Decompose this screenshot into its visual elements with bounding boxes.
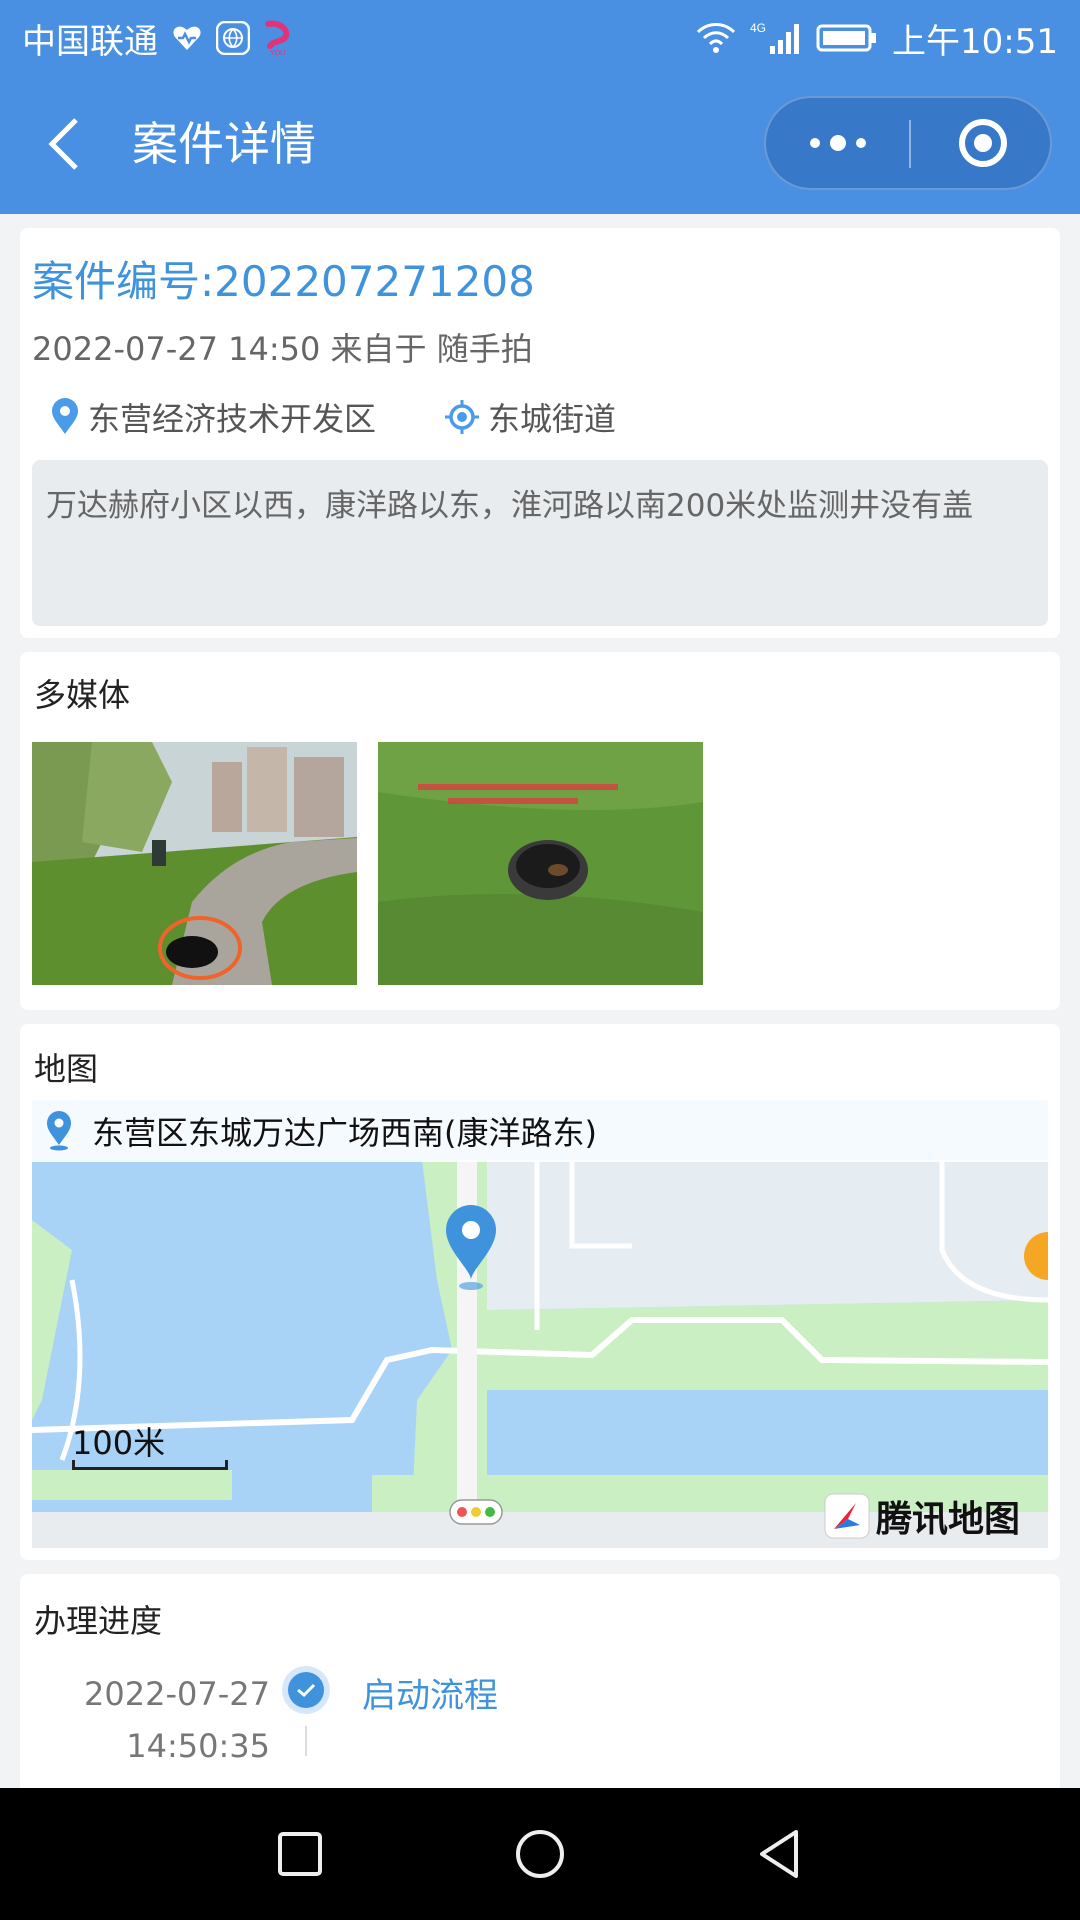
status-bar: 中国联通 YOU 4G 上午10:51 — [0, 0, 1080, 76]
back-arrow-icon — [48, 118, 78, 170]
case-description: 万达赫府小区以西，康洋路以东，淮河路以南200米处监测井没有盖 — [32, 460, 1048, 626]
location-pin-icon — [52, 398, 78, 434]
circle-icon — [516, 1830, 564, 1878]
location-row: 东营经济技术开发区 东城街道 — [50, 394, 616, 440]
map-address-bar: 东营区东城万达广场西南(康洋路东) — [32, 1100, 1048, 1162]
app-header: 案件详情 — [0, 76, 1080, 214]
timeline-time: 14:50:35 — [126, 1727, 270, 1765]
media-section-title: 多媒体 — [34, 676, 131, 714]
you-app-icon: YOU — [264, 20, 292, 56]
map-pin-icon — [47, 1111, 71, 1151]
progress-section-title: 办理进度 — [34, 1602, 163, 1640]
back-nav-button[interactable] — [750, 1824, 810, 1884]
map-section-title: 地图 — [34, 1050, 99, 1088]
case-meta: 2022-07-27 14:50 来自于 随手拍 — [32, 330, 533, 368]
mini-program-capsule — [764, 96, 1052, 190]
square-icon — [278, 1832, 322, 1876]
compass-logo-icon — [824, 1493, 870, 1539]
timeline-step-label: 启动流程 — [362, 1676, 498, 1716]
network-type: 4G — [750, 21, 766, 35]
more-button[interactable] — [766, 98, 909, 188]
map-scale-label: 100米 — [72, 1424, 166, 1462]
map-view[interactable]: 东营区东城万达广场西南(康洋路东) 100米 腾讯地图 — [32, 1100, 1048, 1548]
target-close-icon — [958, 119, 1007, 167]
battery-icon — [816, 23, 878, 53]
globe-app-icon — [216, 21, 250, 55]
page-title: 案件详情 — [132, 117, 316, 171]
case-info-card: 案件编号:202207271208 2022-07-27 14:50 来自于 随… — [20, 228, 1060, 638]
timeline-date: 2022-07-27 — [84, 1675, 270, 1713]
more-dot-icon — [829, 135, 846, 151]
park-path-photo — [32, 742, 357, 985]
timeline-connector — [305, 1726, 307, 1756]
map-brand-label: 腾讯地图 — [875, 1499, 1020, 1540]
timeline-node — [282, 1666, 330, 1714]
home-button[interactable] — [510, 1824, 570, 1884]
target-location-icon — [445, 400, 480, 434]
street-item: 东城街道 — [444, 394, 616, 440]
signal-icon: 4G — [750, 20, 802, 56]
check-icon — [288, 1672, 324, 1708]
more-dot-icon — [855, 138, 866, 148]
carrier-name: 中国联通 — [22, 21, 158, 62]
map-address: 东营区东城万达广场西南(康洋路东) — [92, 1114, 597, 1152]
media-photo-2[interactable] — [378, 742, 703, 985]
district-item: 东营经济技术开发区 — [50, 394, 376, 440]
street-label: 东城街道 — [488, 400, 617, 438]
clock: 上午10:51 — [892, 21, 1058, 62]
map-card: 地图 东营区东城万达广场西南(康洋路东) 100米 腾讯地图 — [20, 1024, 1060, 1560]
triangle-back-icon — [760, 1830, 798, 1878]
status-right: 4G 上午10:51 — [696, 14, 1058, 63]
recents-button[interactable] — [270, 1824, 330, 1884]
map-scale-bar — [72, 1460, 228, 1470]
case-number: 案件编号:202207271208 — [32, 257, 535, 306]
map-brand: 腾讯地图 — [824, 1490, 1020, 1542]
close-mini-program-button[interactable] — [911, 98, 1054, 188]
map-canvas — [32, 1100, 1048, 1548]
system-nav-bar — [0, 1788, 1080, 1920]
back-button[interactable] — [44, 116, 84, 172]
media-card: 多媒体 — [20, 652, 1060, 1010]
media-photo-1[interactable] — [32, 742, 357, 985]
status-left: 中国联通 YOU — [22, 14, 292, 63]
district-label: 东营经济技术开发区 — [88, 400, 377, 438]
manhole-photo — [378, 742, 703, 985]
more-dot-icon — [809, 138, 820, 148]
timeline-datetime: 2022-07-27 14:50:35 — [84, 1668, 270, 1772]
heart-icon — [172, 24, 202, 52]
svg-text:YOU: YOU — [270, 50, 285, 56]
wifi-icon — [696, 22, 736, 54]
